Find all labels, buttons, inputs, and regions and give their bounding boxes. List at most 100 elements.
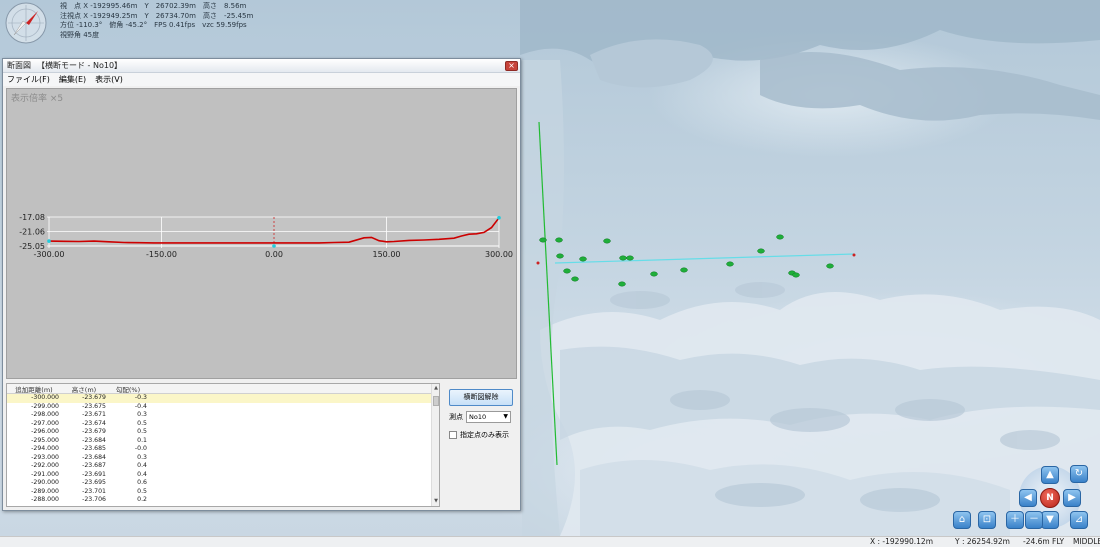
window-titlebar[interactable]: 断面図 【横断モード - No10】 × <box>3 59 520 73</box>
cell-slope: 0.6 <box>137 479 147 486</box>
close-button[interactable]: × <box>505 61 518 71</box>
cell-distance: -300.000 <box>31 394 59 401</box>
table-row[interactable]: -288.000 -23.706 0.2 <box>7 496 439 505</box>
cell-distance: -292.000 <box>31 462 59 469</box>
table-row[interactable]: -299.000 -23.675 -0.4 <box>7 403 439 412</box>
table-row[interactable]: -292.000 -23.687 0.4 <box>7 462 439 471</box>
table-row[interactable]: -290.000 -23.695 0.6 <box>7 479 439 488</box>
pan-up-icon[interactable]: ▲ <box>1041 466 1059 484</box>
table-scrollbar[interactable]: ▲ ▼ <box>431 384 439 506</box>
cell-height: -23.684 <box>82 453 106 461</box>
hud-line-3: 方位 -110.3° 俯角 -45.2° FPS 0.41fps vzc 59.… <box>60 21 247 29</box>
table-body: -300.000 -23.679 -0.3 -299.000 -23.675 -0.4 -2… <box>7 394 439 505</box>
cell-distance: -298.000 <box>31 411 59 418</box>
center-point-marker <box>272 244 276 248</box>
table-row[interactable]: -300.000 -23.679 -0.3 <box>7 394 439 403</box>
table-row[interactable]: -296.000 -23.679 0.5 <box>7 428 439 437</box>
cell-slope: 0.4 <box>137 470 147 478</box>
status-z: -24.6m <box>1023 537 1050 546</box>
x-tick-label: -300.00 <box>34 250 65 259</box>
only-specified-row: 指定点のみ表示 <box>449 430 521 440</box>
table-row[interactable]: -293.000 -23.684 0.3 <box>7 454 439 463</box>
hud-line-1: 視 点 X -192995.46m Y 26702.39m 高さ 8.56m <box>60 2 247 10</box>
status-mode: FLY <box>1052 537 1065 546</box>
menu-view[interactable]: 表示(V) <box>95 74 123 85</box>
window-title-app: 断面図 <box>7 61 31 70</box>
rotate-icon[interactable]: ↻ <box>1070 465 1088 483</box>
cell-height: -23.684 <box>82 436 106 444</box>
data-table[interactable]: 追加距離(m) 高さ(m) 勾配(%) -300.000 -23.679 -0.3-… <box>6 383 440 507</box>
cell-slope: 0.5 <box>137 419 147 427</box>
table-row[interactable]: -291.000 -23.691 0.4 <box>7 471 439 480</box>
cell-slope: -0.0 <box>134 445 147 452</box>
x-tick-label: -150.00 <box>146 250 177 259</box>
pan-left-icon[interactable]: ◀ <box>1019 489 1037 507</box>
point-label: 測点 <box>449 413 463 421</box>
cell-distance: -288.000 <box>31 496 59 503</box>
window-title-mode: 【横断モード - No10】 <box>37 61 123 70</box>
x-tick-label: 150.00 <box>373 250 401 259</box>
cell-slope: 0.5 <box>137 487 147 495</box>
y-tick-label: -21.06 <box>19 227 45 236</box>
cell-slope: -0.4 <box>134 402 147 410</box>
col-header-distance[interactable]: 追加距離(m) <box>7 384 61 394</box>
scroll-up-icon[interactable]: ▲ <box>432 385 439 392</box>
cell-height: -23.671 <box>82 411 106 418</box>
cell-distance: -293.000 <box>31 453 59 461</box>
only-specified-label: 指定点のみ表示 <box>460 431 509 439</box>
only-specified-checkbox[interactable] <box>449 431 457 439</box>
status-quality: MIDDLE <box>1073 537 1100 546</box>
cell-slope: 0.3 <box>137 411 147 418</box>
table-header: 追加距離(m) 高さ(m) 勾配(%) <box>7 384 439 394</box>
end-point-marker <box>497 216 501 220</box>
x-tick-label: 0.00 <box>265 250 283 259</box>
zoom-in-icon[interactable]: ＋ <box>1006 511 1024 529</box>
menu-file[interactable]: ファイル(F) <box>7 74 50 85</box>
pan-right-icon[interactable]: ▶ <box>1063 489 1081 507</box>
cell-height: -23.695 <box>82 479 106 486</box>
cell-distance: -294.000 <box>31 445 59 452</box>
cell-slope: 0.5 <box>137 428 147 435</box>
cross-section-line <box>554 253 855 264</box>
cell-slope: 0.4 <box>137 462 147 469</box>
zoom-out-icon[interactable]: － <box>1025 511 1043 529</box>
table-row[interactable]: -295.000 -23.684 0.1 <box>7 437 439 446</box>
chevron-down-icon: ▼ <box>503 413 508 420</box>
cell-height: -23.685 <box>82 445 106 452</box>
cell-height: -23.679 <box>82 394 106 401</box>
cell-slope: -0.3 <box>134 394 147 401</box>
compass-icon[interactable] <box>4 1 48 45</box>
point-select[interactable]: No10 ▼ <box>466 411 511 423</box>
scroll-down-icon[interactable]: ▼ <box>432 498 439 505</box>
cell-distance: -291.000 <box>31 470 59 478</box>
table-row[interactable]: -298.000 -23.671 0.3 <box>7 411 439 420</box>
col-header-height[interactable]: 高さ(m) <box>61 384 107 394</box>
cell-slope: 0.1 <box>137 436 147 444</box>
col-header-slope[interactable]: 勾配(%) <box>107 384 149 394</box>
control-panel: 横断図解除 測点 No10 ▼ 指定点のみ表示 <box>449 389 521 440</box>
scroll-thumb[interactable] <box>433 396 439 406</box>
table-row[interactable]: -289.000 -23.701 0.5 <box>7 488 439 497</box>
north-button[interactable]: N <box>1040 488 1060 508</box>
start-point-marker <box>47 239 51 243</box>
table-row[interactable]: -297.000 -23.674 0.5 <box>7 420 439 429</box>
cross-section-window: 断面図 【横断モード - No10】 × ファイル(F) 編集(E) 表示(V)… <box>2 58 521 511</box>
pan-down-icon[interactable]: ▼ <box>1041 511 1059 529</box>
cell-distance: -296.000 <box>31 428 59 435</box>
release-cross-section-button[interactable]: 横断図解除 <box>449 389 513 406</box>
tilt-icon[interactable]: ⊿ <box>1070 511 1088 529</box>
y-tick-label: -17.08 <box>19 213 45 222</box>
cell-distance: -295.000 <box>31 436 59 444</box>
cell-slope: 0.2 <box>137 496 147 503</box>
table-row[interactable]: -294.000 -23.685 -0.0 <box>7 445 439 454</box>
view-reset-icon[interactable]: ⊡ <box>978 511 996 529</box>
cell-distance: -289.000 <box>31 487 59 495</box>
profile-graph[interactable]: 表示倍率 ×5 -17.08 -21.06 -25.05 -300.00 -150.00… <box>6 88 517 379</box>
home-icon[interactable]: ⌂ <box>953 511 971 529</box>
point-select-value: No10 <box>469 413 487 421</box>
hud-line-4: 視野角 45度 <box>60 30 100 39</box>
x-tick-label: 300.00 <box>485 250 513 259</box>
menu-bar: ファイル(F) 編集(E) 表示(V) <box>3 73 520 86</box>
cell-height: -23.687 <box>82 462 106 469</box>
menu-edit[interactable]: 編集(E) <box>59 74 86 85</box>
